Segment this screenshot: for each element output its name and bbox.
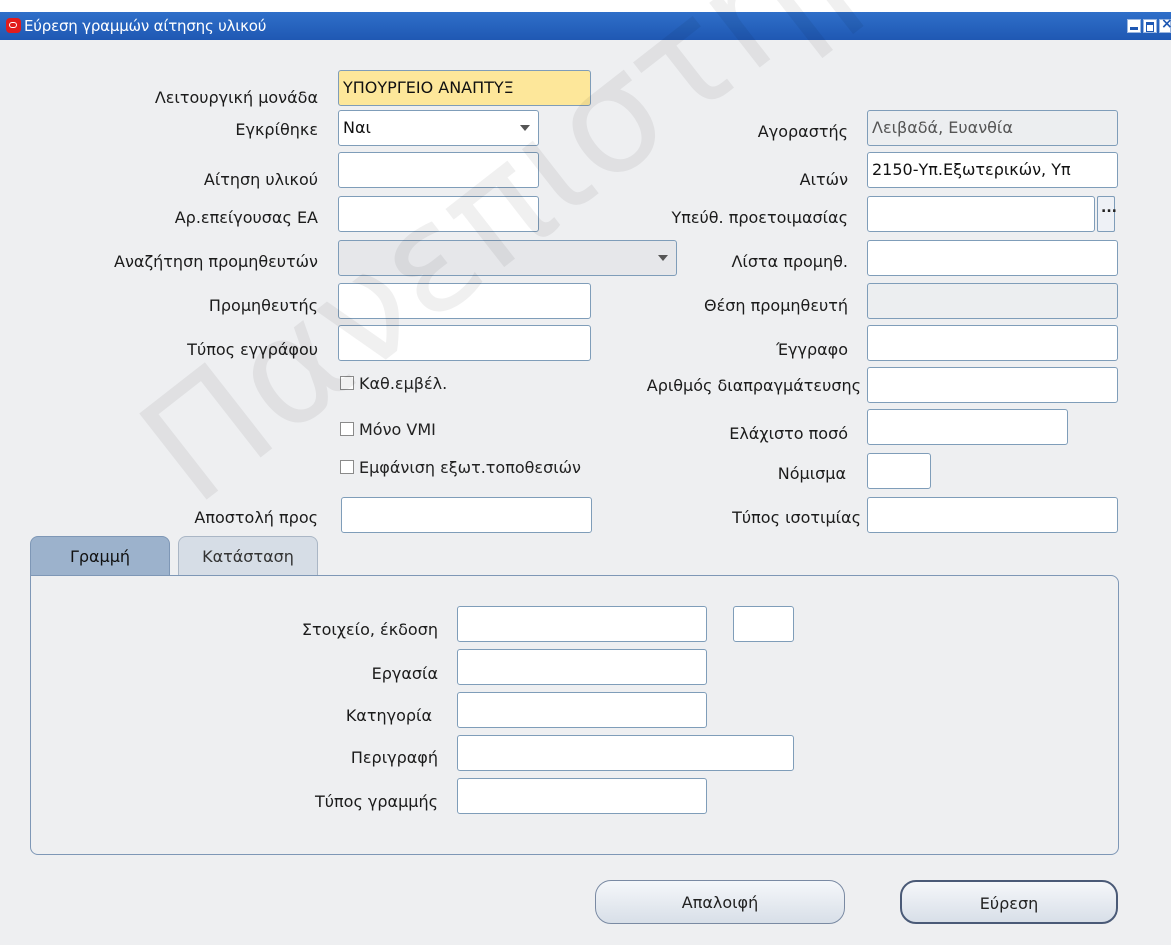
operating-unit-label: Λειτουργική μονάδα	[154, 88, 318, 107]
requester-field[interactable]: 2150-Υπ.Εξωτερικών, Υπ	[867, 152, 1118, 188]
vmi-only-label: Μόνο VMI	[359, 420, 436, 439]
buyer-label: Αγοραστής	[757, 122, 848, 141]
show-external-checkbox[interactable]: Εμφάνιση εξωτ.τοποθεσιών	[340, 458, 581, 478]
supplier-list-label: Λίστα προμηθ.	[731, 252, 848, 271]
supplier-label: Προμηθευτής	[208, 296, 318, 315]
window-title: Εύρεση γραμμών αίτησης υλικού	[24, 17, 267, 35]
emergency-po-label: Αρ.επείγουσας ΕΑ	[174, 208, 318, 227]
find-button[interactable]: Εύρεση	[900, 880, 1118, 924]
currency-field[interactable]	[867, 453, 931, 489]
vmi-only-checkbox[interactable]: Μόνο VMI	[340, 420, 436, 440]
preparer-field[interactable]	[867, 196, 1095, 232]
requisition-label: Αίτηση υλικού	[203, 170, 318, 189]
description-field[interactable]	[457, 735, 794, 771]
rate-type-label: Τύπος ισοτιμίας	[732, 508, 861, 527]
min-amount-field[interactable]	[867, 409, 1068, 445]
chevron-down-icon	[520, 125, 530, 131]
checkbox-icon	[340, 422, 354, 436]
job-field[interactable]	[457, 649, 707, 685]
operating-unit-field[interactable]: ΥΠΟΥΡΓΕΙΟ ΑΝΑΠΤΥΞ	[338, 70, 591, 106]
checkbox-icon	[340, 376, 354, 390]
supplier-search-select[interactable]	[338, 240, 677, 276]
revision-field[interactable]	[733, 606, 794, 642]
approved-select[interactable]: Ναι	[338, 110, 539, 146]
line-type-field[interactable]	[457, 778, 707, 814]
chevron-down-icon	[658, 255, 668, 261]
ship-to-label: Αποστολή προς	[194, 508, 318, 527]
buyer-field[interactable]: Λειβαδά, Ευανθία	[867, 110, 1118, 146]
maximize-icon[interactable]	[1143, 19, 1157, 33]
document-type-label: Τύπος εγγράφου	[187, 340, 318, 359]
preparer-label: Υπεύθ. προετοιμασίας	[671, 208, 848, 227]
document-label: Έγγραφο	[776, 340, 848, 359]
checkbox-icon	[340, 460, 354, 474]
job-label: Εργασία	[371, 664, 438, 683]
supplier-site-label: Θέση προμηθευτή	[704, 296, 848, 315]
supplier-list-field[interactable]	[867, 240, 1118, 276]
rate-type-field[interactable]	[867, 497, 1118, 533]
negotiation-number-field[interactable]	[867, 367, 1118, 403]
clear-button[interactable]: Απαλοιφή	[595, 880, 845, 924]
supplier-site-field[interactable]	[867, 283, 1118, 319]
requisition-field[interactable]	[338, 152, 539, 188]
approved-value: Ναι	[343, 118, 371, 137]
ship-to-field[interactable]	[341, 497, 592, 533]
description-label: Περιγραφή	[350, 748, 438, 767]
oracle-logo-icon	[6, 18, 21, 33]
emergency-po-field[interactable]	[338, 196, 539, 232]
title-bar: Εύρεση γραμμών αίτησης υλικού	[0, 12, 1171, 40]
document-type-field[interactable]	[338, 325, 591, 361]
currency-label: Νόμισμα	[777, 464, 846, 483]
item-field[interactable]	[457, 606, 707, 642]
tab-status[interactable]: Κατάσταση	[178, 536, 318, 576]
line-type-label: Τύπος γραμμής	[315, 792, 438, 811]
show-external-label: Εμφάνιση εξωτ.τοποθεσιών	[359, 458, 581, 477]
requester-label: Αιτών	[799, 170, 848, 189]
supplier-search-label: Αναζήτηση προμηθευτών	[114, 252, 318, 271]
approved-label: Εγκρίθηκε	[235, 120, 318, 139]
item-revision-label: Στοιχείο, έκδοση	[301, 620, 438, 639]
minimize-icon[interactable]	[1127, 19, 1141, 33]
supplier-field[interactable]	[338, 283, 591, 319]
close-icon[interactable]	[1159, 16, 1171, 33]
min-amount-label: Ελάχιστο ποσό	[729, 424, 848, 443]
preparer-lov-button[interactable]	[1097, 196, 1117, 232]
in-range-label: Καθ.εμβέλ.	[359, 374, 448, 393]
category-label: Κατηγορία	[345, 706, 432, 725]
in-range-checkbox[interactable]: Καθ.εμβέλ.	[340, 374, 447, 394]
tab-line[interactable]: Γραμμή	[30, 536, 170, 576]
category-field[interactable]	[457, 692, 707, 728]
document-field[interactable]	[867, 325, 1118, 361]
negotiation-number-label: Αριθμός διαπραγμάτευσης	[646, 376, 861, 395]
